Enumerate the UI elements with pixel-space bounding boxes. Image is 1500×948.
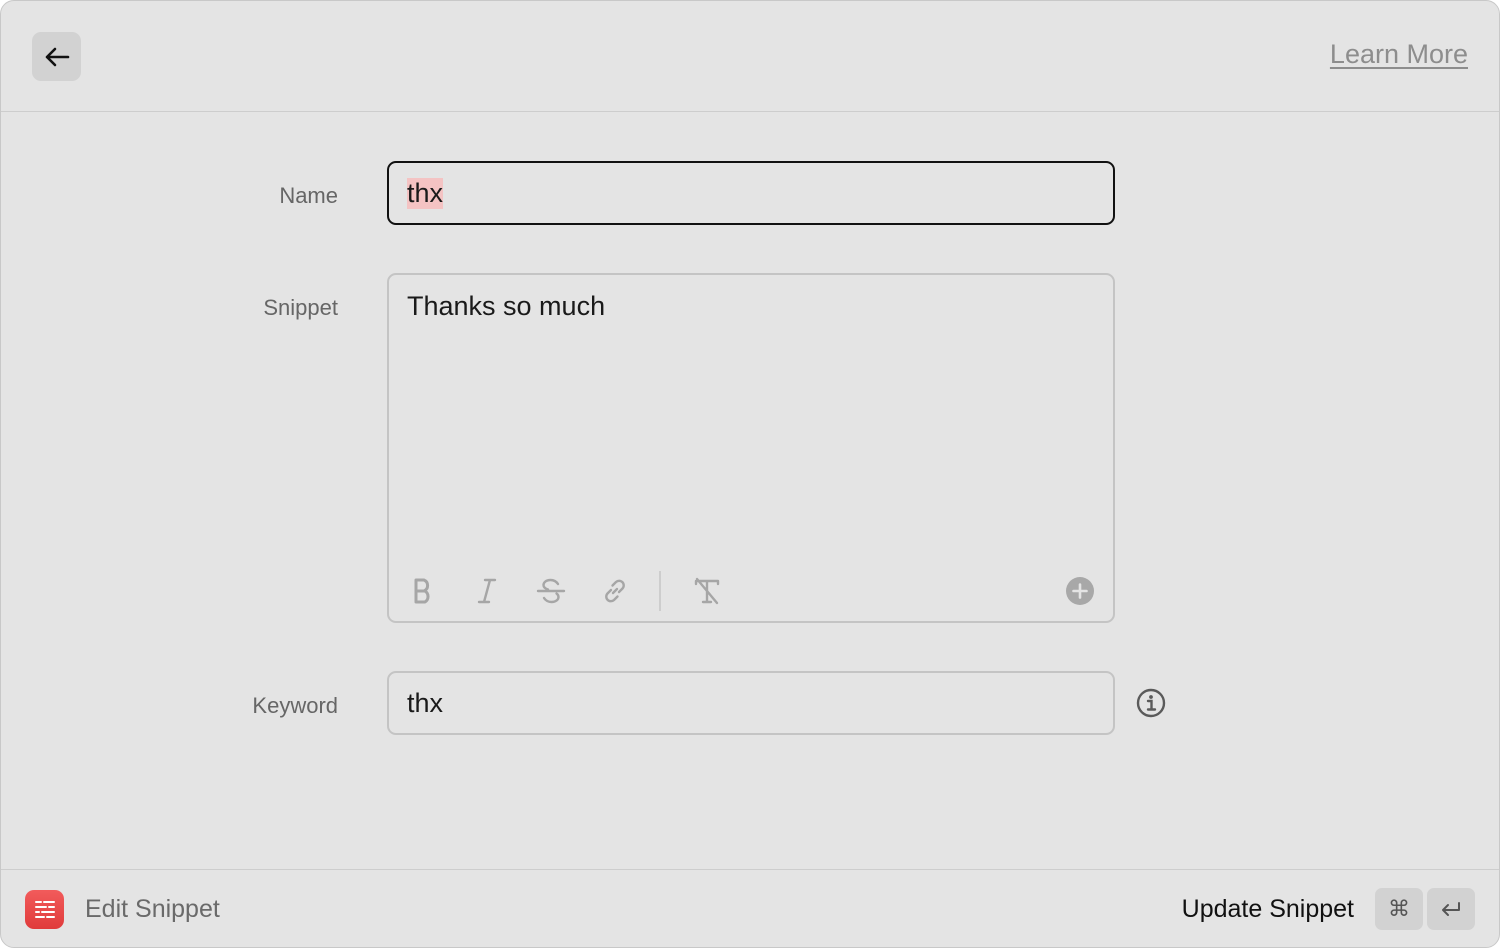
- snippet-editor[interactable]: Thanks so much: [387, 273, 1115, 623]
- return-icon: [1442, 902, 1460, 916]
- back-button[interactable]: [32, 32, 81, 81]
- name-label: Name: [279, 183, 338, 208]
- strikethrough-icon: [536, 578, 566, 604]
- cmd-key-badge: ⌘: [1375, 888, 1423, 930]
- footer-title: Edit Snippet: [85, 895, 220, 923]
- keyword-field[interactable]: thx: [387, 671, 1115, 735]
- add-placeholder-button[interactable]: [1062, 573, 1098, 609]
- command-icon: ⌘: [1388, 896, 1410, 921]
- italic-icon: [477, 578, 497, 604]
- plus-circle-icon: [1066, 577, 1094, 605]
- info-icon: [1136, 688, 1166, 718]
- snippets-app-icon: [25, 890, 64, 929]
- update-snippet-button[interactable]: Update Snippet: [1182, 895, 1354, 924]
- keyword-label: Keyword: [252, 693, 338, 718]
- bold-button[interactable]: [405, 573, 441, 609]
- arrow-left-icon: [45, 47, 69, 66]
- link-icon: [605, 579, 625, 603]
- strikethrough-button[interactable]: [533, 573, 569, 609]
- keyword-info-button[interactable]: [1135, 687, 1167, 719]
- italic-button[interactable]: [469, 573, 505, 609]
- action-bar: Edit Snippet Update Snippet ⌘: [1, 869, 1499, 947]
- clear-formatting-button[interactable]: [689, 573, 725, 609]
- clear-formatting-icon: [694, 577, 720, 605]
- name-field-value: thx: [407, 178, 444, 209]
- snippet-label: Snippet: [263, 295, 338, 320]
- link-button[interactable]: [597, 573, 633, 609]
- snippets-icon: [34, 900, 55, 918]
- name-field[interactable]: thx: [387, 161, 1115, 225]
- snippet-text: Thanks so much: [407, 291, 606, 321]
- snippet-editor-window: Learn More Name thx Snippet Thanks so mu…: [0, 0, 1500, 948]
- bold-icon: [414, 578, 430, 604]
- enter-key-badge: [1427, 888, 1475, 930]
- header-bar: Learn More: [1, 1, 1499, 112]
- learn-more-link[interactable]: Learn More: [1330, 39, 1468, 70]
- keyword-field-value: thx: [407, 688, 444, 718]
- toolbar-separator: [659, 571, 661, 611]
